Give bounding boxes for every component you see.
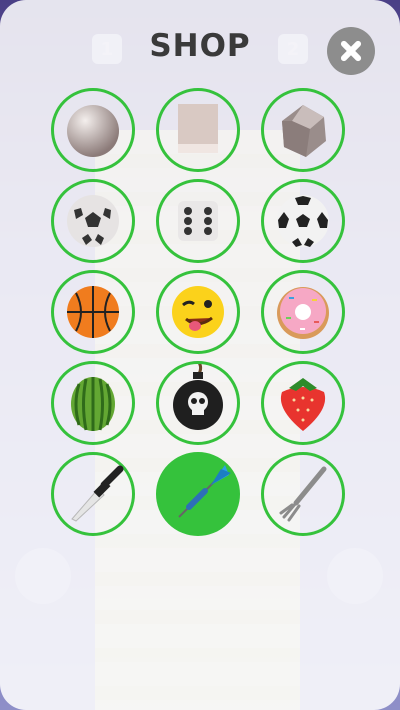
- watermelon-icon: [71, 377, 115, 431]
- item-strawberry[interactable]: [261, 361, 345, 445]
- cube-box-icon: [178, 104, 218, 153]
- item-skull-bomb[interactable]: [156, 361, 240, 445]
- item-winking-emoji[interactable]: [156, 270, 240, 354]
- strawberry-icon: [280, 378, 326, 431]
- shop-panel: SHOP: [0, 0, 400, 710]
- item-dice[interactable]: [156, 179, 240, 263]
- item-soccer-ball[interactable]: [261, 179, 345, 263]
- item-knife[interactable]: [51, 452, 135, 536]
- knife-icon: [71, 465, 124, 522]
- item-watermelon[interactable]: [51, 361, 135, 445]
- item-basketball[interactable]: [51, 270, 135, 354]
- fork-icon: [279, 466, 327, 522]
- item-fork[interactable]: [261, 452, 345, 536]
- item-pearl-ball[interactable]: [51, 88, 135, 172]
- winking-emoji-icon: [172, 286, 224, 338]
- close-button[interactable]: [327, 27, 375, 75]
- item-cube[interactable]: [156, 88, 240, 172]
- item-polyhedron[interactable]: [261, 88, 345, 172]
- dart-icon: [178, 465, 231, 518]
- soccer-ball-icon: [277, 195, 329, 247]
- donut-icon: [277, 287, 329, 339]
- soccer-ball-white-icon: [67, 195, 119, 247]
- dice-icon: [178, 201, 218, 241]
- skull-bomb-icon: [173, 364, 223, 430]
- item-dart-selected[interactable]: [156, 452, 240, 536]
- pearl-ball-icon: [67, 105, 119, 157]
- item-donut[interactable]: [261, 270, 345, 354]
- item-soccer-ball-white[interactable]: [51, 179, 135, 263]
- polyhedron-icon: [282, 105, 326, 157]
- basketball-icon: [67, 286, 119, 338]
